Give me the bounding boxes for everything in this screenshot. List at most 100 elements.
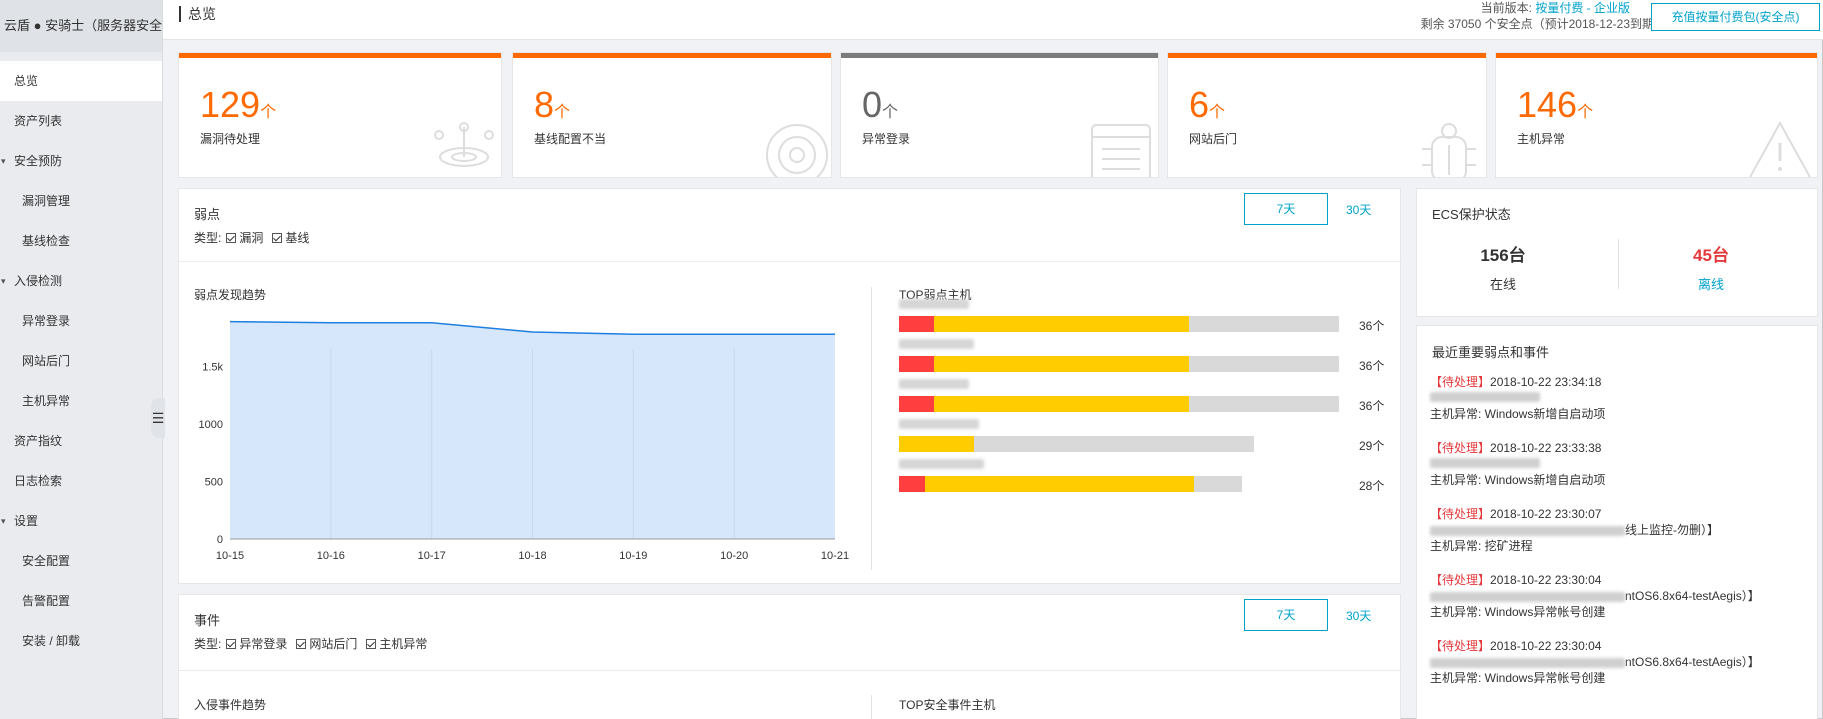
webshell-checkbox[interactable] — [296, 639, 307, 649]
sidebar-item-label: 告警配置 — [22, 594, 71, 608]
y-tick-label: 1000 — [199, 419, 223, 431]
recent-title: 最近重要弱点和事件 — [1432, 345, 1550, 360]
stat-value: 6个 — [1189, 85, 1225, 133]
stat-number: 8 — [534, 84, 555, 125]
recent-item-header[interactable]: 【待处理】2018-10-22 23:30:04 — [1430, 571, 1601, 588]
card-accent-bar — [1168, 53, 1486, 58]
sidebar-item-1[interactable]: 资产列表 — [0, 101, 162, 141]
recent-item-header[interactable]: 【待处理】2018-10-22 23:33:38 — [1430, 439, 1601, 456]
recent-item-header[interactable]: 【待处理】2018-10-22 23:30:07 — [1430, 505, 1601, 522]
weakness-30days-button[interactable]: 30天 — [1346, 201, 1371, 218]
stat-card-4[interactable]: 146个 主机异常 — [1495, 52, 1818, 178]
sidebar-item-2[interactable]: ▾ 安全预防 — [0, 141, 162, 181]
host-bar[interactable] — [899, 316, 1339, 332]
host-bar-red-segment — [899, 476, 926, 492]
sidebar-nav: 总览 资产列表 ▾ 安全预防 漏洞管理 基线检查 ▾ 入侵检测 异常登录 网站后门 主机异常 资产指纹… — [0, 52, 162, 661]
event-time: 2018-10-22 23:30:04 — [1490, 639, 1602, 653]
host-bar-red-segment — [899, 316, 935, 332]
bug-icon — [1422, 123, 1476, 177]
stat-unit: 个 — [882, 104, 899, 121]
x-tick-label: 10-15 — [216, 550, 244, 562]
card-accent-bar — [841, 53, 1158, 58]
host-name-redacted — [899, 379, 969, 389]
host-anomaly-checkbox[interactable] — [366, 639, 377, 649]
event-time: 2018-10-22 23:30:04 — [1490, 573, 1602, 587]
recent-item-desc: 主机异常: Windows异常帐号创建 — [1430, 671, 1606, 685]
pending-tag: 【待处理】 — [1430, 639, 1491, 653]
version-link[interactable]: 按量付费 - 企业版 — [1535, 1, 1630, 15]
stat-label: 漏洞待处理 — [200, 132, 261, 146]
stat-value: 129个 — [200, 85, 276, 133]
event-time: 2018-10-22 23:33:38 — [1490, 441, 1602, 455]
stat-card-3[interactable]: 6个 网站后门 — [1167, 52, 1487, 178]
page-title: 总览 — [179, 6, 216, 22]
host-redacted — [1430, 457, 1540, 468]
sidebar-item-9[interactable]: 资产指纹 — [0, 421, 162, 461]
x-tick-label: 10-18 — [518, 550, 546, 562]
ecs-online-label: 在线 — [1489, 277, 1516, 292]
divider — [871, 695, 872, 719]
sidebar-item-14[interactable]: 安装 / 卸载 — [0, 621, 162, 661]
stat-unit: 个 — [1577, 104, 1594, 121]
recent-item-header[interactable]: 【待处理】2018-10-22 23:34:18 — [1430, 373, 1601, 390]
host-redacted — [1430, 525, 1625, 536]
webshell-checkbox-label: 网站后门 — [309, 637, 358, 651]
events-30days-button[interactable]: 30天 — [1346, 607, 1371, 624]
ecs-offline-count[interactable]: 45台 — [1651, 241, 1771, 266]
recent-item-host: ntOS6.8x64-testAegis）】 — [1430, 587, 1760, 604]
sidebar-item-13[interactable]: 告警配置 — [0, 581, 162, 621]
sidebar-item-0[interactable]: 总览 — [0, 61, 162, 101]
sidebar-item-3[interactable]: 漏洞管理 — [0, 181, 162, 221]
sidebar-item-label: 安装 / 卸载 — [22, 634, 81, 648]
stat-number: 146 — [1517, 84, 1578, 125]
sidebar-item-11[interactable]: ▾ 设置 — [0, 501, 162, 541]
collapse-sidebar-icon[interactable]: ☰ — [151, 398, 165, 438]
host-bar-yellow-segment — [925, 476, 1194, 492]
host-bar-red-segment — [899, 356, 935, 372]
weakness-7days-button[interactable]: 7天 — [1244, 193, 1328, 225]
sidebar-item-5[interactable]: ▾ 入侵检测 — [0, 261, 162, 301]
abnormal-login-checkbox[interactable] — [226, 639, 237, 649]
stat-number: 6 — [1189, 84, 1210, 125]
sidebar-item-8[interactable]: 主机异常 — [0, 381, 162, 421]
events-title: 事件 — [194, 613, 221, 628]
stat-label: 网站后门 — [1189, 132, 1238, 146]
pending-tag: 【待处理】 — [1430, 441, 1491, 455]
sidebar-item-6[interactable]: 异常登录 — [0, 301, 162, 341]
sidebar-item-label: 日志检索 — [14, 474, 63, 488]
recent-item-header[interactable]: 【待处理】2018-10-22 23:30:04 — [1430, 637, 1601, 654]
host-bar[interactable] — [899, 396, 1339, 412]
chevron-down-icon: ▾ — [1, 276, 6, 286]
stat-card-0[interactable]: 129个 漏洞待处理 — [178, 52, 502, 178]
events-panel: 事件 类型: 异常登录 网站后门 主机异常 7天 30天 入侵事件趋势 TOP安全事件… — [178, 594, 1402, 719]
ecs-title: ECS保护状态 — [1432, 207, 1511, 222]
events-7days-button[interactable]: 7天 — [1244, 599, 1328, 631]
sidebar-item-label: 安全配置 — [22, 554, 71, 568]
ecs-offline-label[interactable]: 离线 — [1651, 274, 1771, 293]
type-label: 类型: — [194, 637, 222, 651]
x-tick-label: 10-19 — [619, 550, 647, 562]
stat-card-1[interactable]: 8个 基线配置不当 — [512, 52, 832, 178]
sidebar-item-12[interactable]: 安全配置 — [0, 541, 162, 581]
baseline-checkbox[interactable] — [272, 233, 283, 243]
ecs-online-count: 156台 — [1480, 246, 1526, 265]
sidebar: 云盾 ● 安骑士（服务器安全） 总览 资产列表 ▾ 安全预防 漏洞管理 基线检查 ▾ 入侵检测… — [0, 0, 163, 719]
radar-icon — [434, 122, 494, 167]
sidebar-item-4[interactable]: 基线检查 — [0, 221, 162, 261]
stat-card-2[interactable]: 0个 异常登录 — [840, 52, 1159, 178]
host-tail: ntOS6.8x64-testAegis）】 — [1625, 589, 1760, 603]
host-bar[interactable] — [899, 356, 1339, 372]
x-tick-label: 10-21 — [821, 550, 849, 562]
sidebar-item-7[interactable]: 网站后门 — [0, 341, 162, 381]
recharge-button[interactable]: 充值按量付费包(安全点) — [1651, 3, 1820, 31]
recent-item-host: 线上监控-勿删）】 — [1430, 521, 1719, 538]
events-trend-title: 入侵事件趋势 — [194, 698, 267, 712]
host-redacted — [1430, 657, 1625, 668]
sidebar-item-10[interactable]: 日志检索 — [0, 461, 162, 501]
host-bar[interactable] — [899, 476, 1242, 492]
recent-item-desc: 主机异常: 挖矿进程 — [1430, 539, 1533, 553]
vuln-checkbox[interactable] — [226, 233, 237, 243]
host-bar[interactable] — [899, 436, 1254, 452]
card-accent-bar — [513, 53, 831, 58]
ecs-status-panel: ECS保护状态 156台 在线 45台 离线 — [1416, 188, 1818, 317]
